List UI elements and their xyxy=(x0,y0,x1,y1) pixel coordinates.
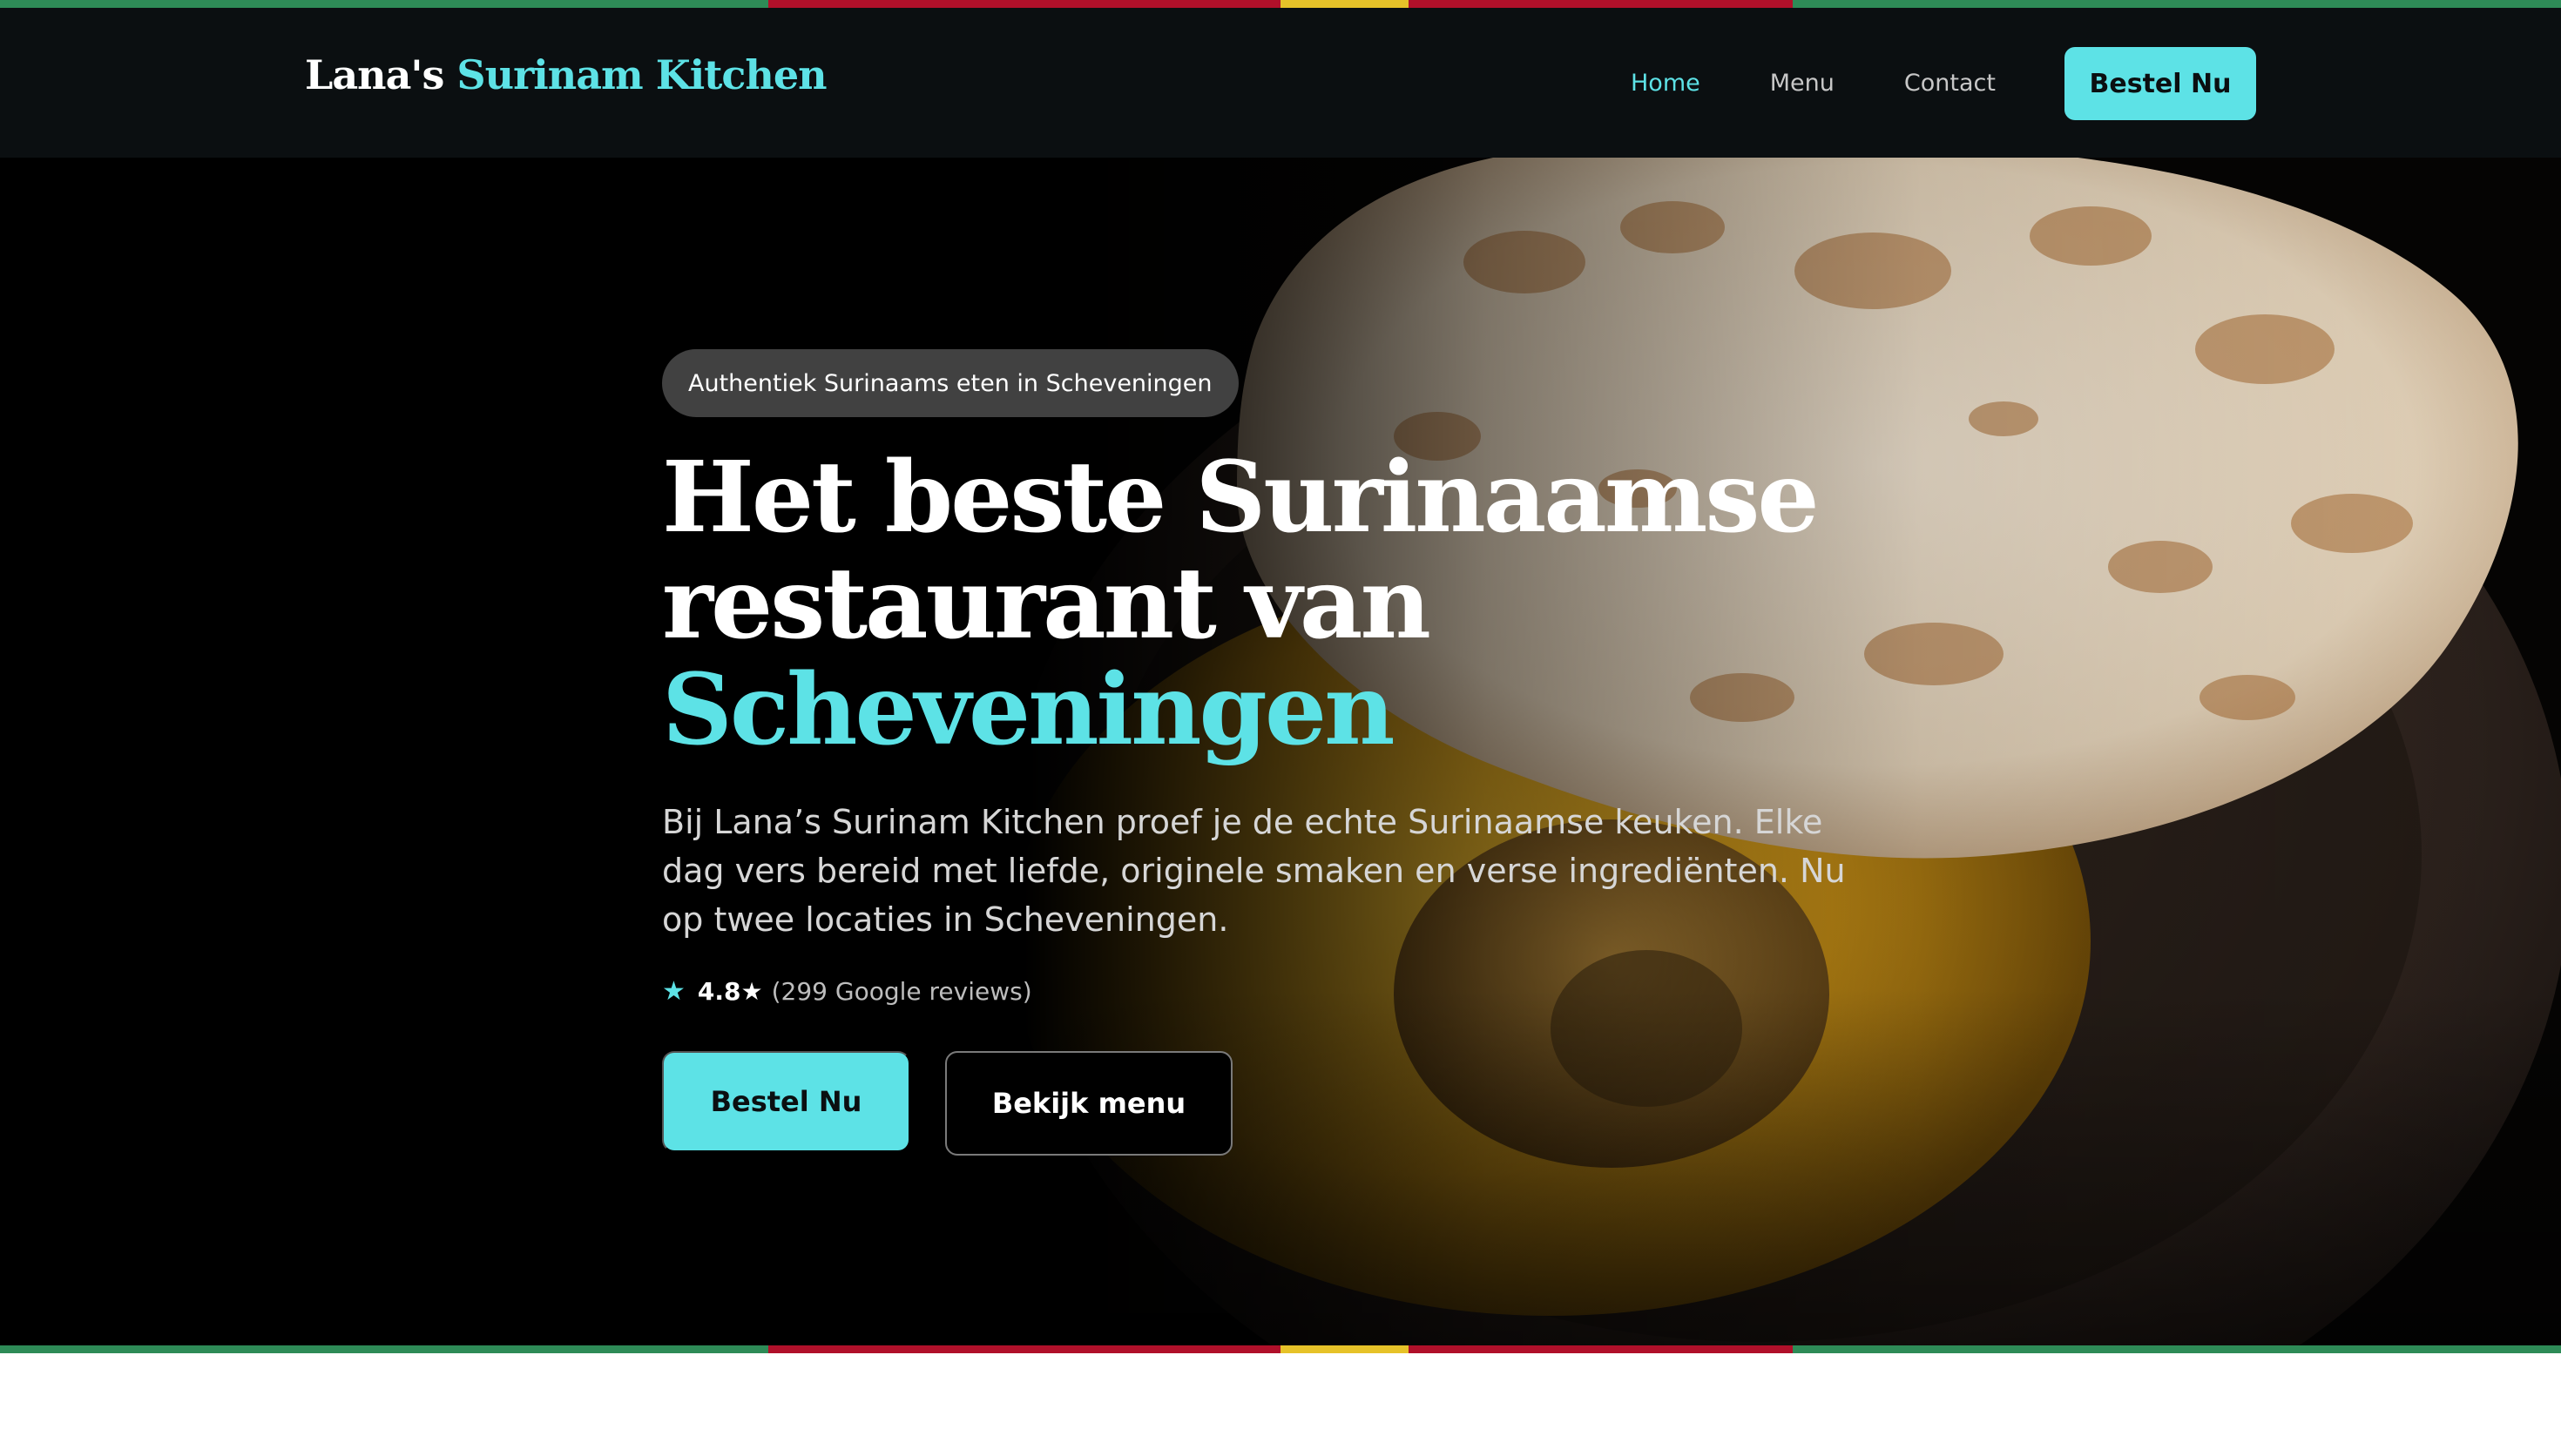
hero-description: Bij Lana’s Surinam Kitchen proef je de e… xyxy=(662,803,1846,939)
flag-stripe-bottom xyxy=(0,1345,2561,1353)
brand-name-accent: Surinam Kitchen xyxy=(456,51,827,98)
headline-line-2: restaurant van xyxy=(662,547,1431,661)
navbar: Lana's Surinam Kitchen Home Menu Contact… xyxy=(0,8,2561,158)
brand-logo[interactable]: Lana's Surinam Kitchen xyxy=(305,51,828,98)
nav-link-contact[interactable]: Contact xyxy=(1904,70,1996,97)
headline-accent: Scheveningen xyxy=(662,653,1395,767)
hero-section: Authentiek Surinaams eten in Scheveninge… xyxy=(0,158,2561,1345)
star-icon: ★ xyxy=(662,976,686,1007)
rating-reviews: (299 Google reviews) xyxy=(771,977,1032,1006)
location-badge: Authentiek Surinaams eten in Scheveninge… xyxy=(662,349,1239,417)
headline-line-1: Het beste Surinaamse xyxy=(662,441,1820,555)
view-menu-button[interactable]: Bekijk menu xyxy=(945,1051,1233,1156)
google-rating: ★ 4.8★ (299 Google reviews) xyxy=(662,976,1032,1007)
nav-link-menu[interactable]: Menu xyxy=(1770,70,1835,97)
order-now-button[interactable]: Bestel Nu xyxy=(662,1051,910,1152)
nav-links: Home Menu Contact xyxy=(1631,8,2065,158)
hero-headline: Het beste Surinaamse restaurant van Sche… xyxy=(662,441,1820,767)
brand-name-plain: Lana's xyxy=(305,51,444,98)
order-now-nav-button[interactable]: Bestel Nu xyxy=(2064,47,2256,120)
rating-score: 4.8★ xyxy=(697,977,763,1006)
nav-link-home[interactable]: Home xyxy=(1631,70,1700,97)
flag-stripe-top xyxy=(0,0,2561,8)
